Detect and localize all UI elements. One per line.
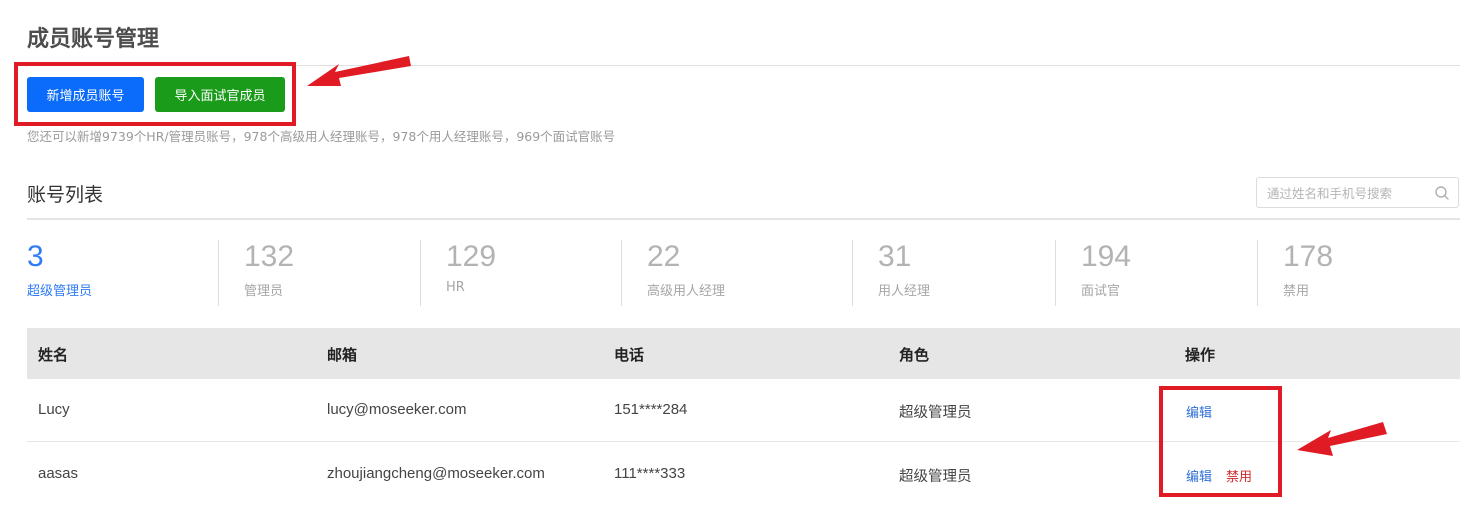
stat-label: 用人经理 — [878, 284, 931, 299]
stat-interviewer[interactable]: 194 面试官 — [1081, 240, 1131, 306]
stat-divider — [1257, 240, 1258, 306]
stat-count: 31 — [878, 240, 912, 273]
stat-divider — [1055, 240, 1056, 306]
stat-label: 禁用 — [1283, 284, 1310, 299]
stat-count: 3 — [27, 240, 44, 273]
cell-email: zhoujiangcheng@moseeker.com — [327, 465, 545, 482]
column-header-email: 邮箱 — [327, 346, 358, 364]
table-row: aasas zhoujiangcheng@moseeker.com 111***… — [27, 443, 1460, 505]
stat-label: HR — [446, 280, 465, 295]
stat-count: 132 — [244, 240, 295, 273]
search-icon[interactable] — [1434, 185, 1450, 201]
stat-disabled[interactable]: 178 禁用 — [1283, 240, 1333, 306]
stat-divider — [420, 240, 421, 306]
stat-count: 194 — [1081, 240, 1132, 273]
stat-count: 22 — [647, 240, 681, 273]
stat-hr[interactable]: 129 HR — [446, 240, 496, 306]
table-header: 姓名 邮箱 电话 角色 操作 — [27, 328, 1460, 379]
stat-label: 超级管理员 — [27, 284, 93, 299]
cell-role: 超级管理员 — [899, 469, 972, 485]
cell-role: 超级管理员 — [899, 405, 972, 421]
member-account-page: 成员账号管理 新增成员账号 导入面试官成员 您还可以新增9739个HR/管理员账… — [0, 0, 1483, 505]
import-interviewer-button[interactable]: 导入面试官成员 — [155, 77, 285, 112]
stat-label: 面试官 — [1081, 284, 1121, 299]
stat-label: 高级用人经理 — [647, 284, 726, 299]
stat-super-admin[interactable]: 3 超级管理员 — [27, 240, 92, 306]
stat-senior-hiring-manager[interactable]: 22 高级用人经理 — [647, 240, 725, 306]
quota-hint: 您还可以新增9739个HR/管理员账号，978个高级用人经理账号，978个用人经… — [27, 129, 616, 144]
stat-divider — [852, 240, 853, 306]
cell-name: Lucy — [38, 401, 70, 418]
stat-divider — [621, 240, 622, 306]
disable-link[interactable]: 禁用 — [1226, 466, 1252, 485]
cell-email: lucy@moseeker.com — [327, 401, 467, 418]
title-divider — [27, 65, 1460, 66]
column-header-actions: 操作 — [1185, 346, 1216, 364]
stat-count: 178 — [1283, 240, 1334, 273]
cell-phone: 111****333 — [614, 465, 686, 482]
column-header-name: 姓名 — [38, 346, 69, 364]
edit-link[interactable]: 编辑 — [1186, 402, 1212, 421]
column-header-phone: 电话 — [614, 346, 645, 364]
stat-divider — [218, 240, 219, 306]
account-list-title: 账号列表 — [27, 184, 104, 206]
cell-phone: 151****284 — [614, 401, 688, 418]
cell-name: aasas — [38, 465, 79, 482]
stat-hiring-manager[interactable]: 31 用人经理 — [878, 240, 930, 306]
stat-count: 129 — [446, 240, 497, 273]
stat-label: 管理员 — [244, 284, 284, 299]
add-member-account-button[interactable]: 新增成员账号 — [27, 77, 144, 112]
page-title: 成员账号管理 — [27, 27, 160, 52]
column-header-role: 角色 — [899, 346, 930, 364]
search-box[interactable] — [1256, 177, 1459, 208]
annotation-arrow-icon — [307, 56, 411, 86]
search-input[interactable] — [1267, 183, 1427, 203]
list-divider — [27, 218, 1460, 220]
stat-admin[interactable]: 132 管理员 — [244, 240, 294, 306]
table-row: Lucy lucy@moseeker.com 151****284 超级管理员 … — [27, 379, 1460, 442]
edit-link[interactable]: 编辑 — [1186, 466, 1212, 485]
